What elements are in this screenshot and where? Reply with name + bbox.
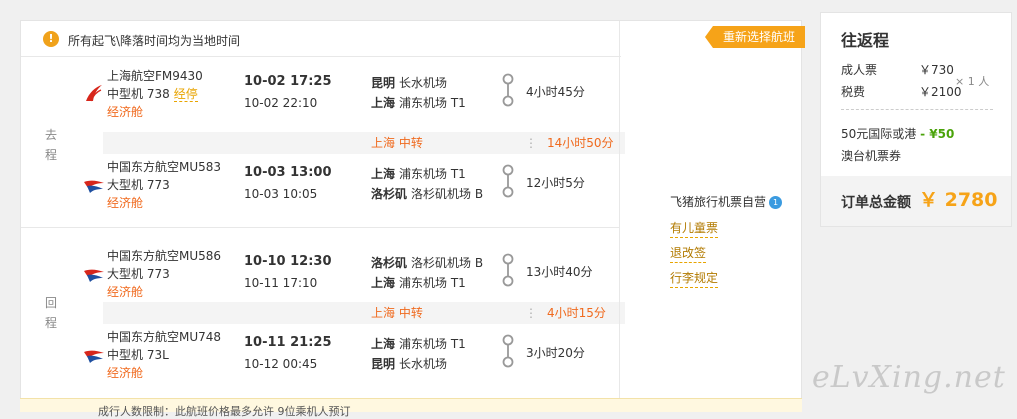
site-watermark: eLvXing.net (812, 360, 1006, 395)
transfer-duration: 4小时15分 (547, 306, 606, 320)
outbound-segment-2: 中国东方航空MU583 大型机 773 经济舱 10-03 13:00 10-0… (81, 154, 621, 230)
flight-detail-panel: ! 所有起飞\降落时间均为当地时间 去程 上海航空FM9430 中型机 738 经… (20, 20, 805, 412)
flight-duration: 12小时5分 (526, 176, 585, 190)
transfer-dots-icon: ⋮ (525, 306, 537, 320)
route-icon (502, 164, 514, 198)
arrival-airport: 昆明 长水机场 (371, 357, 448, 371)
trip-type-title: 往返程 (841, 31, 890, 50)
route-icon (502, 253, 514, 287)
airline-name: 中国东方航空MU586 (107, 249, 222, 263)
aircraft-type: 中型机 738 经停 (107, 87, 198, 102)
cabin-class: 经济舱 (107, 196, 144, 210)
warning-icon: ! (43, 31, 59, 47)
return-segment-2: 中国东方航空MU748 中型机 73L 经济舱 10-11 21:25 10-1… (81, 324, 621, 400)
departure-airport: 洛杉矶 洛杉矶机场 B (371, 256, 484, 270)
arrival-time: 10-02 22:10 (244, 96, 318, 110)
price-summary: 往返程 成人票 ￥730 × 1 人 税费 ￥2100 50元国际或港 - ¥5… (820, 12, 1012, 227)
flight-duration: 3小时20分 (526, 346, 585, 360)
stopover-badge[interactable]: 经停 (173, 87, 198, 102)
china-eastern-logo-icon (84, 180, 104, 193)
info-badge-icon[interactable]: 1 (769, 196, 783, 209)
baggage-rules-link[interactable]: 行李规定 (670, 269, 719, 288)
departure-time: 10-02 17:25 (244, 74, 332, 89)
coupon-amount: - ¥50 (920, 127, 955, 141)
tax-label: 税费 (841, 85, 866, 99)
time-notice: ! 所有起飞\降落时间均为当地时间 (21, 21, 621, 57)
departure-time: 10-03 13:00 (244, 165, 332, 180)
route-icon (502, 73, 514, 107)
section-divider (21, 227, 619, 228)
cabin-class: 经济舱 (107, 366, 144, 380)
total-amount: ￥ 2780 (919, 189, 998, 211)
airline-name: 中国东方航空MU583 (107, 160, 222, 174)
airline-name: 中国东方航空MU748 (107, 330, 222, 344)
transfer-city: 上海 中转 (371, 306, 423, 320)
shanghai-airlines-logo-icon (86, 85, 102, 102)
departure-airport: 上海 浦东机场 T1 (371, 337, 466, 351)
departure-time: 10-11 21:25 (244, 335, 332, 350)
aircraft-type: 大型机 773 (107, 267, 170, 281)
summary-divider (841, 109, 993, 110)
transfer-dots-icon: ⋮ (525, 136, 537, 150)
refund-change-link[interactable]: 退改签 (670, 244, 707, 263)
return-label: 回程 (44, 296, 57, 330)
child-ticket-link[interactable]: 有儿童票 (670, 219, 719, 238)
transfer-city: 上海 中转 (371, 136, 423, 150)
flight-duration: 4小时45分 (526, 85, 585, 99)
transfer-duration: 14小时50分 (547, 136, 614, 150)
total-label: 订单总金额 (841, 195, 911, 211)
cabin-class: 经济舱 (107, 105, 144, 119)
adult-ticket-label: 成人票 (841, 63, 878, 77)
adult-ticket-price: ￥730 (919, 63, 954, 77)
airline-name: 上海航空FM9430 (107, 69, 203, 83)
outbound-transfer: 上海 中转 ⋮ 14小时50分 (103, 132, 625, 154)
china-eastern-logo-icon (84, 269, 104, 282)
route-icon (502, 334, 514, 368)
seller-column: 重新选择航班 飞猪旅行机票自营 1 有儿童票 退改签 行李规定 (619, 21, 805, 411)
arrival-airport: 洛杉矶 洛杉矶机场 B (371, 187, 484, 201)
cabin-class: 经济舱 (107, 285, 144, 299)
coupon-line: 50元国际或港 - ¥50 澳台机票券 (841, 127, 955, 163)
seller-info: 飞猪旅行机票自营 1 (670, 193, 783, 210)
order-total: 订单总金额 ￥ 2780 (821, 176, 1011, 226)
tax-price: ￥2100 (919, 85, 962, 99)
china-eastern-logo-icon (84, 350, 104, 363)
notice-text: 所有起飞\降落时间均为当地时间 (68, 34, 241, 48)
arrival-time: 10-11 17:10 (244, 276, 318, 290)
arrival-time: 10-03 10:05 (244, 187, 318, 201)
departure-airport: 上海 浦东机场 T1 (371, 167, 466, 181)
arrival-time: 10-12 00:45 (244, 357, 318, 371)
arrival-airport: 上海 浦东机场 T1 (371, 96, 466, 110)
reselect-flight-button[interactable]: 重新选择航班 (704, 26, 805, 48)
aircraft-type: 中型机 73L (107, 348, 169, 362)
flight-duration: 13小时40分 (526, 265, 593, 279)
departure-airport: 昆明 长水机场 (371, 76, 448, 90)
arrival-airport: 上海 浦东机场 T1 (371, 276, 466, 290)
outbound-segment-1: 上海航空FM9430 中型机 738 经停 经济舱 10-02 17:25 10-… (81, 63, 621, 139)
outbound-label: 去程 (44, 128, 57, 162)
return-transfer: 上海 中转 ⋮ 4小时15分 (103, 302, 625, 324)
departure-time: 10-10 12:30 (244, 254, 332, 269)
passenger-limit-banner: 成行人数限制：此航班价格最多允许 9位乘机人预订 (20, 398, 802, 418)
aircraft-type: 大型机 773 (107, 178, 170, 192)
